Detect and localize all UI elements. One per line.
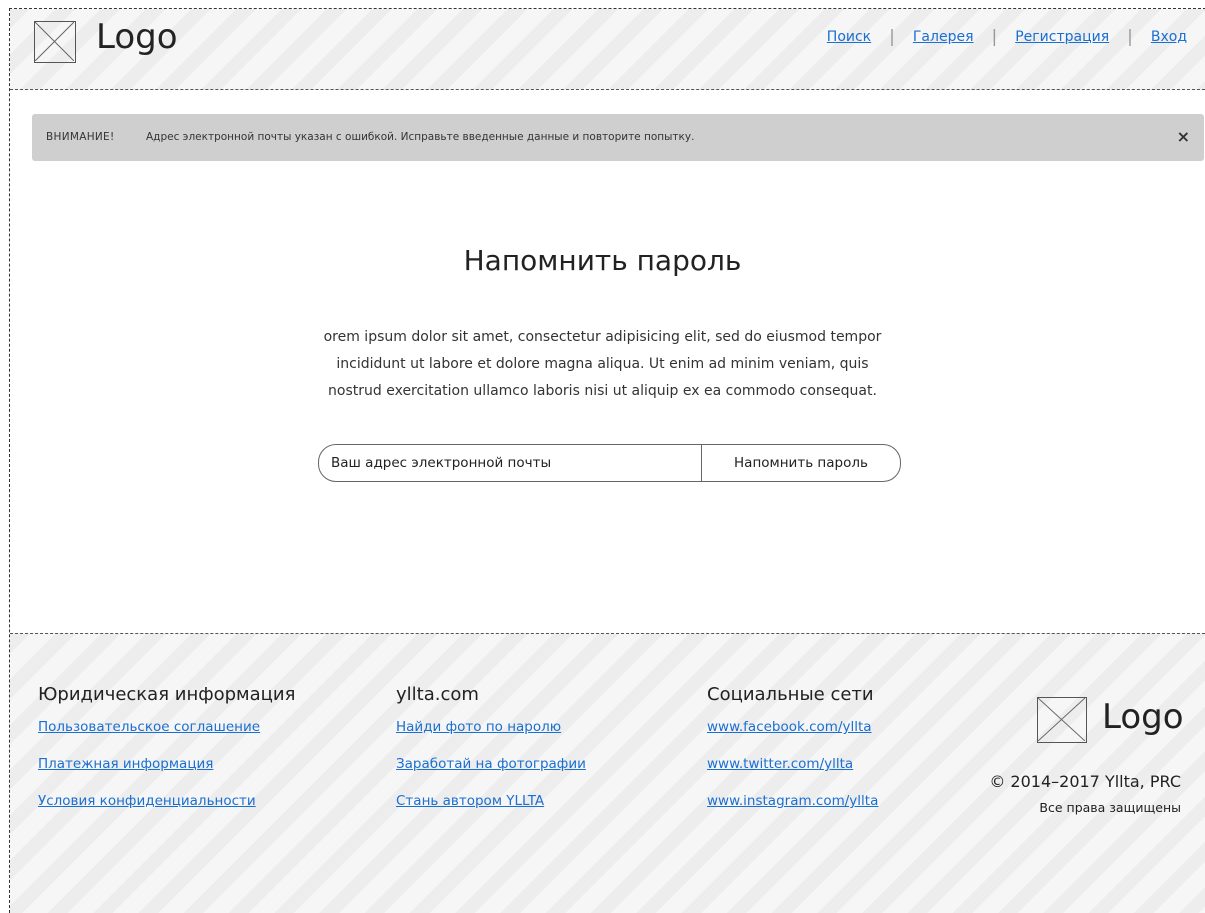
- rights-text: Все права защищены: [1039, 800, 1181, 815]
- nav-separator: |: [889, 27, 895, 47]
- description-text: orem ipsum dolor sit amet, consectetur a…: [290, 324, 915, 405]
- nav-link-login[interactable]: Вход: [1151, 29, 1187, 45]
- footer-column-legal: Юридическая информация Пользовательское …: [38, 684, 295, 830]
- nav-separator: |: [991, 27, 998, 47]
- nav-link-search[interactable]: Поиск: [827, 29, 871, 45]
- top-nav: Поиск | Галерея | Регистрация | Вход: [827, 27, 1187, 47]
- header: Logo Поиск | Галерея | Регистрация | Вхо…: [10, 9, 1205, 90]
- footer: Юридическая информация Пользовательское …: [10, 633, 1205, 913]
- nav-link-register[interactable]: Регистрация: [1015, 29, 1109, 45]
- footer-link-user-agreement[interactable]: Пользовательское соглашение: [38, 719, 295, 735]
- alert-label: ВНИМАНИЕ!: [46, 131, 115, 143]
- remind-password-button[interactable]: Напомнить пароль: [702, 445, 900, 481]
- page-title: Напомнить пароль: [463, 244, 742, 277]
- footer-logo-image-placeholder-icon: [1037, 697, 1087, 743]
- footer-link-become-author[interactable]: Стань автором YLLTA: [396, 793, 586, 809]
- description-line: nostrud exercitation ullamco laboris nis…: [328, 383, 877, 399]
- email-field[interactable]: [319, 445, 702, 481]
- footer-column-site: yllta.com Найди фото по наролю Заработай…: [396, 684, 586, 830]
- footer-column-social: Социальные сети www.facebook.com/yllta w…: [707, 684, 878, 830]
- error-alert: ВНИМАНИЕ! Адрес электронной почты указан…: [32, 114, 1204, 161]
- footer-link-earn[interactable]: Заработай на фотографии: [396, 756, 586, 772]
- remind-password-form: Напомнить пароль: [318, 444, 901, 482]
- alert-message: Адрес электронной почты указан с ошибкой…: [146, 131, 695, 143]
- footer-link-privacy[interactable]: Условия конфиденциальности: [38, 793, 295, 809]
- description-line: incididunt ut labore et dolore magna ali…: [336, 356, 869, 372]
- logo-text[interactable]: Logo: [96, 17, 178, 57]
- footer-logo-text: Logo: [1102, 697, 1184, 737]
- footer-link-twitter[interactable]: www.twitter.com/yllta: [707, 756, 878, 772]
- description-line: orem ipsum dolor sit amet, consectetur a…: [323, 329, 882, 345]
- footer-link-find-photo[interactable]: Найди фото по наролю: [396, 719, 586, 735]
- footer-link-facebook[interactable]: www.facebook.com/yllta: [707, 719, 878, 735]
- nav-separator: |: [1127, 27, 1133, 47]
- close-icon[interactable]: ×: [1177, 127, 1190, 146]
- footer-heading-social: Социальные сети: [707, 684, 874, 705]
- footer-link-payment-info[interactable]: Платежная информация: [38, 756, 295, 772]
- copyright-text: © 2014–2017 Yllta, PRC: [989, 772, 1181, 791]
- footer-heading-site: yllta.com: [396, 684, 479, 705]
- nav-link-gallery[interactable]: Галерея: [913, 29, 974, 45]
- logo-image-placeholder-icon: [34, 21, 76, 63]
- footer-heading-legal: Юридическая информация: [38, 684, 296, 705]
- footer-link-instagram[interactable]: www.instagram.com/yllta: [707, 793, 878, 809]
